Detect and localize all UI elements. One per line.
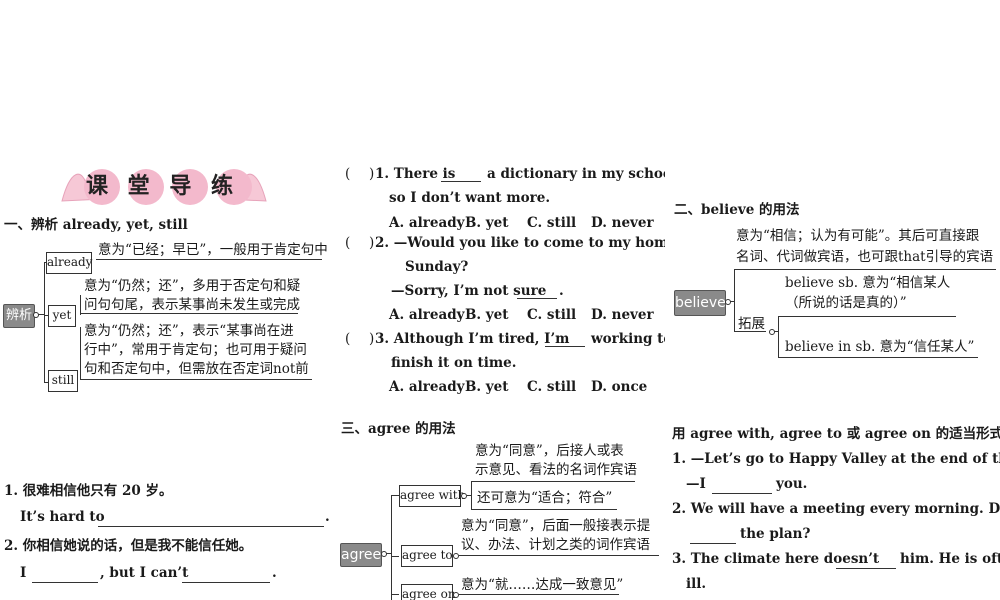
t-q1-blank: [98, 525, 324, 527]
word-box-agree-to: agree to: [401, 545, 453, 567]
still-desc-3: 句和否定句中，但需放在否定词not前: [84, 361, 309, 377]
t-q2-a: I: [20, 565, 27, 581]
believe-sub1-2: （所说的话是真的）”: [785, 295, 907, 311]
believe-sub1-1: believe sb. 意为“相信某人: [785, 275, 951, 291]
connector-dot: [381, 551, 387, 557]
root-node: agree: [340, 543, 382, 567]
agree-with-desc-2: 示意见、看法的名词作宾语: [475, 462, 637, 478]
q1-blank: [441, 180, 481, 182]
banner: 课 堂 导 练: [58, 159, 270, 207]
section-heading: 一、辨析 already, yet, still: [4, 217, 188, 233]
f-q3b: him. He is often: [900, 551, 1000, 567]
q1-opt-c: C. still: [527, 215, 577, 231]
f-q3c: ill.: [686, 576, 707, 592]
yet-desc-2: 问句句尾，表示某事尚未发生或完成: [84, 297, 300, 313]
branch-label: 拓展: [738, 316, 765, 332]
t-q1: 1. 很难相信他只有 20 岁。: [4, 483, 173, 499]
q2-paren: (: [345, 235, 351, 251]
q2-blank: [517, 297, 557, 299]
t-q1-end: .: [325, 509, 330, 525]
believe-main-1: 意为“相信；认为有可能”。其后可直接跟: [736, 228, 980, 244]
q2-text-b: Sunday?: [405, 259, 469, 275]
f-q3a: 3. The climate here doesn’t: [672, 551, 880, 567]
panel-compare-words: 课 堂 导 练 一、辨析 already, yet, still 辨析 alre…: [0, 153, 330, 400]
agree-with-extra: 还可意为“适合；符合”: [477, 490, 613, 506]
q3-opt-b: B. yet: [465, 379, 509, 395]
panel-believe: 二、believe 的用法 believe 意为“相信；认为有可能”。其后可直接…: [670, 153, 1000, 400]
yet-desc-1: 意为“仍然；还”，多用于否定句和疑: [84, 278, 301, 294]
q2-opt-d: D. never: [591, 307, 654, 323]
t-q2: 2. 你相信她说的话，但是我不能信任她。: [4, 538, 253, 554]
panel-fill-blanks: 用 agree with, agree to 或 agree on 的适当形式填…: [670, 405, 1000, 600]
agree-to-desc-2: 议、办法、计划之类的词作宾语: [461, 537, 650, 553]
t-q2-blank-2: [182, 581, 270, 583]
fill-heading: 用 agree with, agree to 或 agree on 的适当形式填…: [672, 426, 1000, 442]
believe-sub2: believe in sb. 意为“信任某人”: [785, 339, 975, 355]
t-q1-en: It’s hard to: [20, 509, 105, 525]
still-desc-1: 意为“仍然；还”，表示“某事尚在进: [84, 323, 294, 339]
connector-dot: [33, 312, 39, 318]
section-heading: 二、believe 的用法: [674, 202, 800, 218]
believe-main-2: 名词、代词做宾语，也可跟that引导的宾语: [736, 249, 994, 265]
word-box-agree-with: agree with: [399, 485, 465, 507]
q2-opt-b: B. yet: [465, 307, 509, 323]
f-q1a: 1. —Let’s go to Happy Valley at the end …: [672, 451, 1000, 467]
f-q1b: —I: [686, 476, 706, 492]
q3-blank: [545, 345, 585, 347]
agree-on-desc: 意为“就……达成一致意见”: [461, 577, 624, 593]
root-node: 辨析: [3, 304, 35, 328]
agree-with-desc-1: 意为“同意”，后接人或表: [475, 443, 624, 459]
q3-opt-c: C. still: [527, 379, 577, 395]
q1-opt-a: A. already: [389, 215, 465, 231]
f-q1c: you.: [776, 476, 808, 492]
q2-opt-c: C. still: [527, 307, 577, 323]
f-q2a: 2. We will have a meeting every morning.…: [672, 501, 1000, 517]
t-q2-end: .: [272, 565, 277, 581]
q1-opt-d: D. never: [591, 215, 654, 231]
banner-title: 课 堂 导 练: [86, 174, 239, 199]
q3-text-b: working to: [591, 331, 665, 347]
q3-paren-close: ): [369, 331, 375, 347]
word-box-agree-on: agree on: [401, 584, 456, 600]
q2-text-a: 2. —Would you like to come to my home th…: [375, 235, 665, 251]
q2-period: .: [559, 283, 564, 299]
q3-paren: (: [345, 331, 351, 347]
f-q2-blank: [690, 542, 736, 544]
q2-paren-close: ): [369, 235, 375, 251]
panel-translation: 1. 很难相信他只有 20 岁。 It’s hard to . 2. 你相信她说…: [0, 405, 330, 600]
q1-opt-b: B. yet: [465, 215, 509, 231]
word-box-yet: yet: [48, 305, 76, 327]
q3-text-a: 3. Although I’m tired, I’m: [375, 331, 570, 347]
connector-dot: [725, 299, 731, 305]
root-node: believe: [674, 290, 726, 316]
word-box-already: already: [46, 252, 92, 274]
f-q3-blank: [836, 567, 896, 569]
f-q2b: the plan?: [740, 526, 811, 542]
agree-to-desc-1: 意为“同意”，后面一般接表示提: [461, 518, 651, 534]
t-q2-blank-1: [32, 581, 98, 583]
q3-opt-d: D. once: [591, 379, 648, 395]
section-heading: 三、agree 的用法: [341, 421, 456, 437]
still-desc-2: 行中”，常用于肯定句；也可用于疑问: [84, 342, 307, 358]
q1-paren-close: ): [369, 166, 375, 182]
q1-text-b: a dictionary in my schoolbag,: [487, 166, 665, 182]
q2-opt-a: A. already: [389, 307, 465, 323]
q1-paren: (: [345, 166, 351, 182]
f-q1-blank: [712, 492, 772, 494]
q1-text-c: so I don’t want more.: [389, 190, 551, 206]
word-box-still: still: [48, 370, 78, 392]
q3-opt-a: A. already: [389, 379, 465, 395]
panel-multiple-choice: ( ) 1. There is a dictionary in my schoo…: [335, 153, 665, 400]
already-desc: 意为“已经；早已”，一般用于肯定句中: [98, 242, 328, 258]
q3-text-c: finish it on time.: [391, 355, 517, 371]
t-q2-b: , but I can’t: [100, 565, 189, 581]
panel-agree: 三、agree 的用法 agree agree with 意为“同意”，后接人或…: [335, 405, 665, 600]
